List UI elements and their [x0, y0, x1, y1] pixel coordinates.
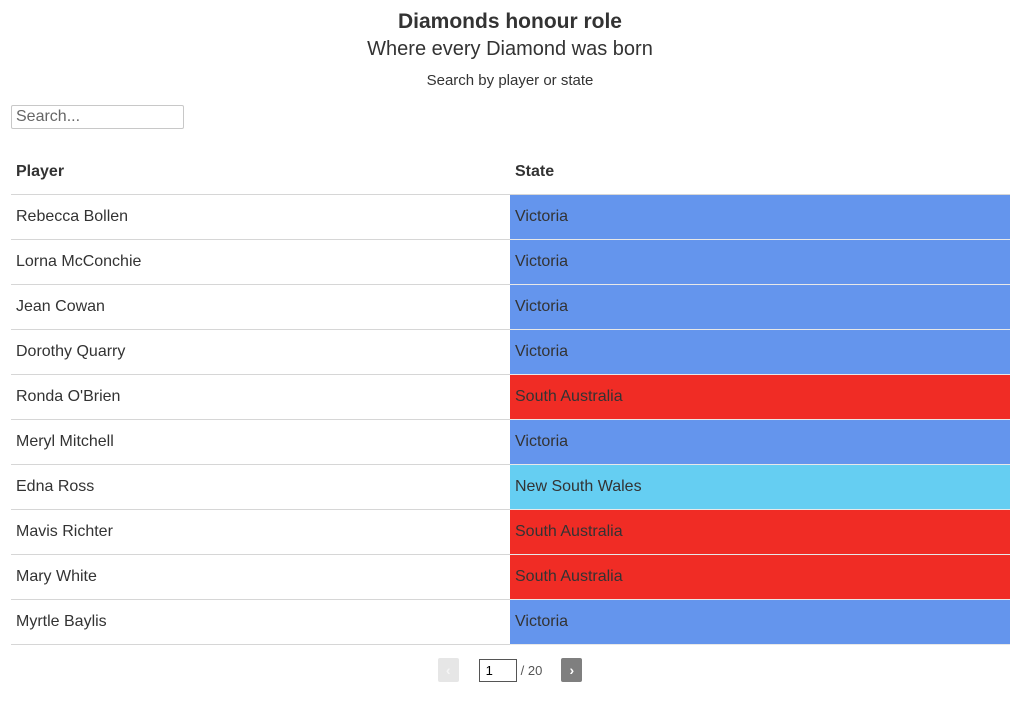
previous-page-button[interactable]: ‹: [437, 658, 459, 682]
player-cell: Dorothy Quarry: [11, 329, 510, 375]
state-cell: Victoria: [510, 329, 1010, 375]
player-cell: Lorna McConchie: [11, 239, 510, 285]
table-row: Mavis Richter South Australia: [11, 509, 1010, 555]
table-row: Dorothy Quarry Victoria: [11, 329, 1010, 375]
state-cell: Victoria: [510, 419, 1010, 465]
search-input[interactable]: [11, 105, 184, 129]
player-cell: Rebecca Bollen: [11, 194, 510, 240]
pagination: ‹ / 20 ›: [0, 658, 1020, 682]
state-cell: Victoria: [510, 239, 1010, 285]
player-cell: Meryl Mitchell: [11, 419, 510, 465]
player-cell: Myrtle Baylis: [11, 599, 510, 645]
next-page-button[interactable]: ›: [561, 658, 583, 682]
state-cell: South Australia: [510, 554, 1010, 600]
player-cell: Mavis Richter: [11, 509, 510, 555]
chevron-right-icon: ›: [569, 662, 575, 678]
honour-roll-table: Player State Rebecca Bollen Victoria Lorna…: [11, 150, 1010, 645]
state-cell: Victoria: [510, 194, 1010, 240]
table-row: Mary White South Australia: [11, 554, 1010, 600]
state-cell: South Australia: [510, 374, 1010, 420]
table-row: Rebecca Bollen Victoria: [11, 194, 1010, 240]
state-cell: Victoria: [510, 599, 1010, 645]
table-row: Ronda O'Brien South Australia: [11, 374, 1010, 420]
page-title: Diamonds honour role: [397, 10, 622, 33]
player-cell: Ronda O'Brien: [11, 374, 510, 420]
state-cell: New South Wales: [510, 464, 1010, 510]
column-header-state[interactable]: State: [510, 150, 1010, 195]
table-row: Myrtle Baylis Victoria: [11, 599, 1010, 645]
page-description: Search by player or state: [426, 72, 594, 89]
chevron-left-icon: ‹: [445, 662, 451, 678]
player-cell: Jean Cowan: [11, 284, 510, 330]
page-number-input[interactable]: [478, 658, 517, 682]
table-row: Edna Ross New South Wales: [11, 464, 1010, 510]
table-body: Rebecca Bollen Victoria Lorna McConchie Vic…: [11, 194, 1010, 645]
table-header-row: Player State: [11, 150, 1010, 195]
table-row: Meryl Mitchell Victoria: [11, 419, 1010, 465]
page-total: / 20: [520, 662, 543, 678]
state-cell: Victoria: [510, 284, 1010, 330]
table-row: Jean Cowan Victoria: [11, 284, 1010, 330]
column-header-player[interactable]: Player: [11, 150, 510, 195]
state-cell: South Australia: [510, 509, 1010, 555]
page-subtitle: Where every Diamond was born: [367, 38, 653, 60]
table-row: Lorna McConchie Victoria: [11, 239, 1010, 285]
player-cell: Mary White: [11, 554, 510, 600]
player-cell: Edna Ross: [11, 464, 510, 510]
